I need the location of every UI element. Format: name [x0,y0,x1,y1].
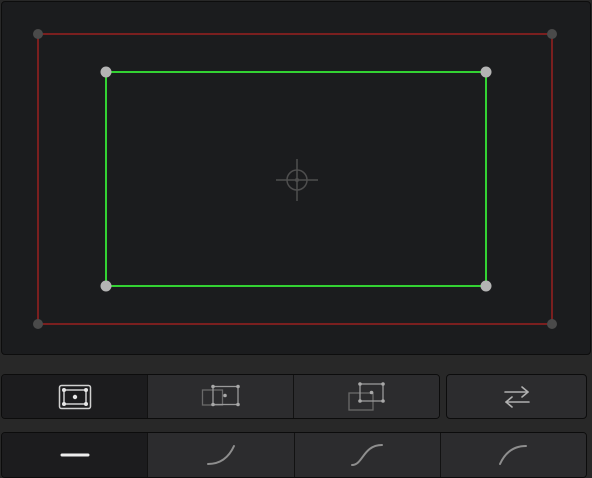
start-frame-handle-bottom-left[interactable] [100,280,112,292]
move-outer-box-button[interactable] [294,375,439,418]
start-frame-handle-top-right[interactable] [480,66,492,78]
end-frame-handle-bottom-right[interactable] [547,319,557,329]
linear-ease-button[interactable] [2,433,149,477]
start-frame-handle-bottom-right[interactable] [480,280,492,292]
frame-canvas [33,29,557,329]
move-inner-box-icon [201,384,240,406]
swap-frames-button[interactable] [446,374,587,419]
ease-out-button[interactable] [440,433,586,477]
transform-box-icon [58,384,91,409]
ease-in-out-button[interactable] [294,433,441,477]
ease-in-button[interactable] [148,433,295,477]
easing-toolbar [1,432,587,478]
end-frame-handle-bottom-left[interactable] [33,319,43,329]
end-frame-handle-top-right[interactable] [547,29,557,39]
move-inner-box-button[interactable] [148,375,294,418]
transform-mode-toolbar [1,374,440,419]
swap-arrows-icon [503,385,530,408]
transform-box-button[interactable] [2,375,148,418]
linear-ease-icon [60,453,90,457]
center-crosshair-icon [276,159,318,201]
ease-in-out-icon [351,444,384,466]
end-frame-handle-top-left[interactable] [33,29,43,39]
ken-burns-panel [0,0,592,478]
ease-out-icon [499,445,528,465]
move-outer-box-icon [347,381,385,411]
end-frame-rect[interactable] [37,33,553,325]
start-frame-handle-top-left[interactable] [100,66,112,78]
frame-viewer[interactable] [1,1,591,355]
ease-in-icon [206,445,235,465]
